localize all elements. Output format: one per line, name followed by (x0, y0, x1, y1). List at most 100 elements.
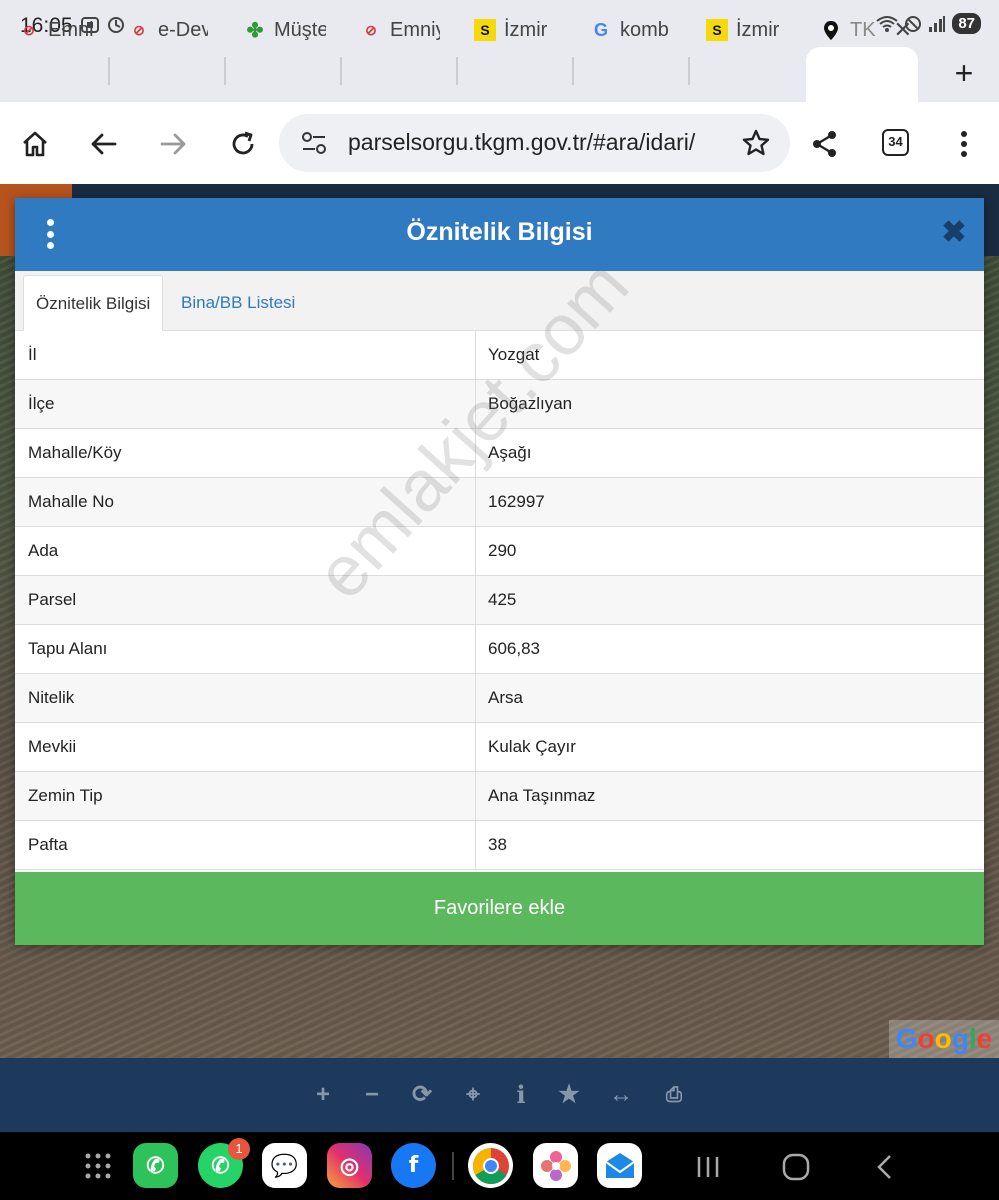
active-tab-background (806, 47, 918, 103)
attribute-info-dialog: Öznitelik Bilgisi ✖ Öznitelik Bilgisi Bi… (15, 198, 984, 945)
zoom-out-icon[interactable]: − (357, 1080, 387, 1110)
row-key: İlçe (28, 394, 55, 413)
address-bar[interactable]: parselsorgu.tkgm.gov.tr/#ara/idari/ (279, 114, 790, 172)
print-icon[interactable]: ⎙ (659, 1080, 689, 1110)
refresh-icon[interactable]: ⟳ (407, 1080, 437, 1110)
close-tab-icon[interactable]: ✕ (894, 17, 912, 43)
clover-icon: ✤ (246, 19, 264, 42)
google-icon: G (593, 19, 608, 40)
row-value: 38 (488, 835, 507, 854)
more-vert-icon (961, 131, 967, 157)
row-value: 162997 (488, 492, 545, 511)
chrome-app-icon[interactable] (468, 1143, 513, 1188)
s-icon: S (706, 19, 728, 41)
map-toolbar: + − ⟳ ⌖ i ★ ↔ ⎙ (0, 1058, 999, 1132)
row-value: Kulak Çayır (488, 737, 576, 756)
edevlet-icon: ⊘ (133, 21, 145, 38)
share-button[interactable] (805, 124, 845, 164)
row-value: Arsa (488, 688, 523, 707)
tab-switcher-button[interactable]: 34 (882, 129, 909, 156)
info-icon[interactable]: i (506, 1080, 536, 1110)
add-to-favorites-button[interactable]: Favorilere ekle (15, 872, 984, 945)
battery-level: 87 (952, 13, 981, 34)
app-drawer-icon[interactable] (84, 1152, 112, 1180)
row-value: Ana Taşınmaz (488, 786, 596, 805)
table-row: Zemin Tip Ana Taşınmaz (15, 772, 984, 821)
site-settings-icon[interactable] (301, 131, 327, 155)
table-row: Mevkii Kulak Çayır (15, 723, 984, 772)
browser-tab-1[interactable]: ⊘ Emniy (18, 10, 94, 50)
s-icon: S (474, 19, 496, 41)
forward-button[interactable] (153, 124, 193, 164)
menu-button[interactable] (944, 124, 984, 164)
dialog-tabs: Öznitelik Bilgisi Bina/BB Listesi (15, 271, 984, 331)
arrow-left-icon (91, 133, 117, 155)
row-value: 425 (488, 590, 517, 609)
home-nav-icon[interactable] (781, 1152, 811, 1182)
android-nav-bar: ✆ ✆ 1 💬 ◎ f (0, 1132, 999, 1200)
edevlet-icon: ⊘ (365, 21, 377, 38)
back-button[interactable] (84, 124, 124, 164)
close-icon[interactable]: ✖ (941, 218, 967, 248)
attribute-table: İl Yozgat İlçe Boğazlıyan Mahalle/Köy Aşağı… (15, 331, 984, 870)
row-key: Pafta (28, 835, 68, 854)
browser-tab-2[interactable]: ⊘ e-Dev (128, 10, 208, 50)
notification-badge: 1 (228, 1138, 250, 1160)
browser-tab-6[interactable]: G komb (590, 10, 674, 50)
new-tab-button[interactable]: + (945, 55, 983, 93)
browser-tab-3[interactable]: ✤ Müşte (244, 10, 326, 50)
row-key: Mahalle/Köy (28, 443, 122, 462)
zoom-in-icon[interactable]: + (308, 1080, 338, 1110)
tab-attribute-info[interactable]: Öznitelik Bilgisi (23, 275, 164, 331)
map-pin-icon (824, 21, 838, 40)
table-row: Tapu Alanı 606,83 (15, 625, 984, 674)
mail-app-icon[interactable] (597, 1143, 642, 1188)
url-text[interactable]: parselsorgu.tkgm.gov.tr/#ara/idari/ (348, 129, 710, 156)
row-value: Yozgat (488, 345, 540, 364)
table-row: Mahalle No 162997 (15, 478, 984, 527)
tab-building-list[interactable]: Bina/BB Listesi (169, 275, 307, 331)
row-key: Zemin Tip (28, 786, 103, 805)
sync-icon (108, 17, 124, 33)
home-icon (23, 131, 47, 157)
row-key: Ada (28, 541, 59, 560)
gallery-app-icon[interactable] (533, 1143, 578, 1188)
row-key: Mevkii (28, 737, 77, 756)
bookmark-star-icon[interactable] (741, 128, 771, 158)
home-button[interactable] (15, 124, 55, 164)
edevlet-icon: ⊘ (23, 21, 35, 38)
instagram-app-icon[interactable]: ◎ (327, 1143, 372, 1188)
table-row: Ada 290 (15, 527, 984, 576)
recent-apps-icon[interactable] (693, 1152, 723, 1182)
row-value: Aşağı (488, 443, 532, 462)
star-icon[interactable]: ★ (554, 1080, 584, 1110)
browser-tab-4[interactable]: ⊘ Emniy (360, 10, 440, 50)
row-key: Nitelik (28, 688, 75, 707)
phone-app-icon[interactable]: ✆ (133, 1143, 178, 1188)
row-key: Parsel (28, 590, 77, 609)
browser-toolbar: parselsorgu.tkgm.gov.tr/#ara/idari/ 34 (0, 102, 999, 184)
arrow-right-icon (160, 133, 186, 155)
row-value: 606,83 (488, 639, 540, 658)
browser-tab-active[interactable]: TK ✕ (820, 10, 912, 50)
signal-icon (929, 15, 946, 32)
table-row: İlçe Boğazlıyan (15, 380, 984, 429)
locate-icon[interactable]: ⌖ (458, 1080, 488, 1110)
table-row: Nitelik Arsa (15, 674, 984, 723)
facebook-app-icon[interactable]: f (391, 1143, 436, 1188)
row-value: Boğazlıyan (488, 394, 573, 413)
row-value: 290 (488, 541, 517, 560)
table-row: Mahalle/Köy Aşağı (15, 429, 984, 478)
back-nav-icon[interactable] (870, 1152, 900, 1182)
share-icon (813, 131, 836, 157)
reload-button[interactable] (223, 124, 263, 164)
browser-tab-7[interactable]: S İzmir (706, 10, 788, 50)
browser-tab-5[interactable]: S İzmir (474, 10, 558, 50)
reload-icon (232, 131, 254, 155)
row-key: İl (28, 345, 37, 364)
table-row: İl Yozgat (15, 331, 984, 380)
dialog-title: Öznitelik Bilgisi (406, 218, 593, 246)
messages-app-icon[interactable]: 💬 (262, 1143, 307, 1188)
measure-icon[interactable]: ↔ (606, 1080, 636, 1110)
dialog-header: Öznitelik Bilgisi ✖ (15, 198, 984, 271)
